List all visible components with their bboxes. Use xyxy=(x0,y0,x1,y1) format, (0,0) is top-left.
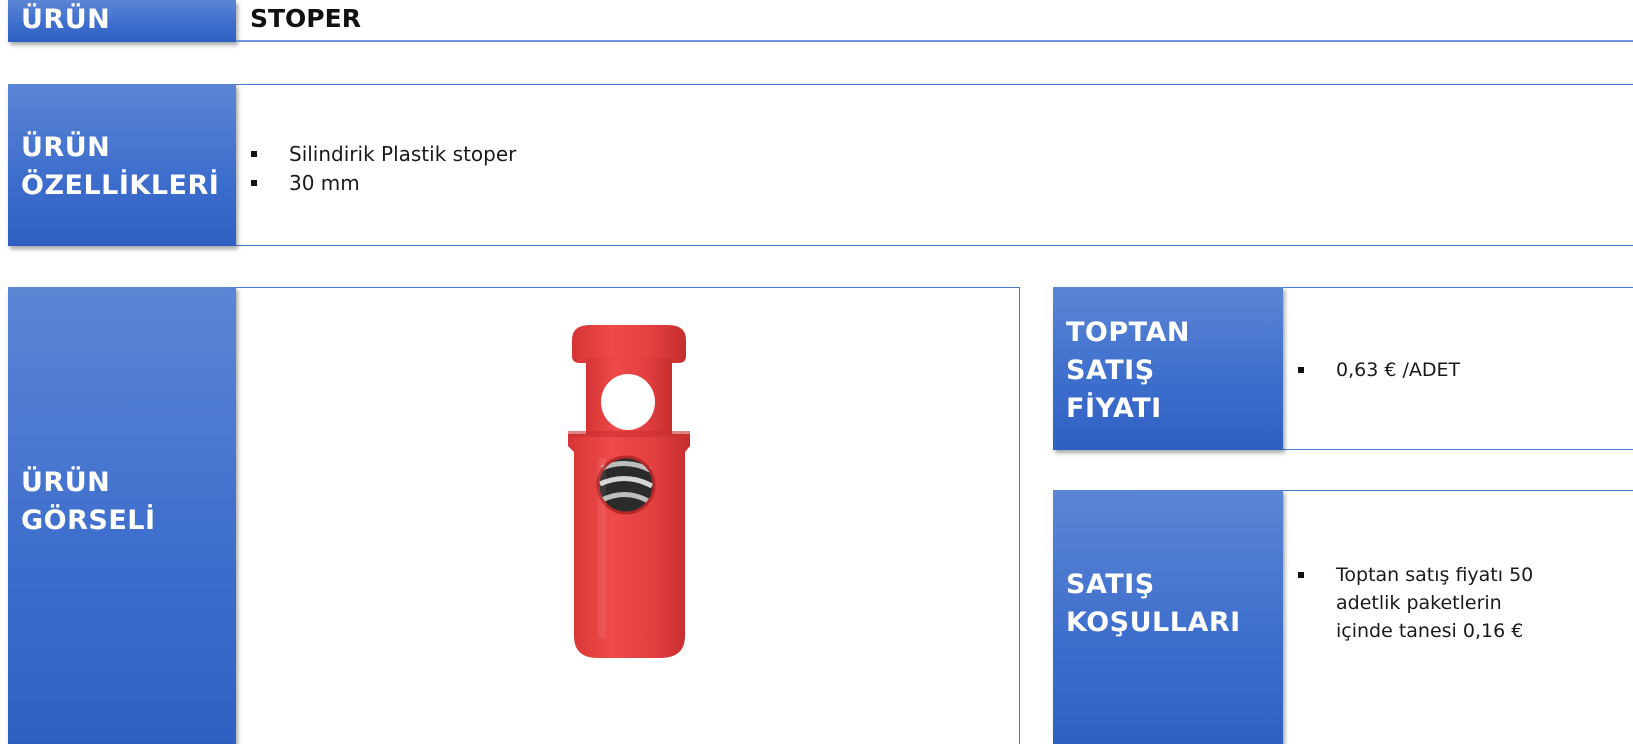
wholesale-price-label: TOPTAN SATIŞ FİYATI xyxy=(1053,287,1283,450)
features-label-line2: ÖZELLİKLERİ xyxy=(21,170,220,201)
wholesale-price-text: 0,63 € /ADET xyxy=(1336,359,1461,381)
sale-terms-item: Toptan satış fiyatı 50 adetlik paketleri… xyxy=(1296,561,1533,645)
wholesale-price-label-line3: FİYATI xyxy=(1066,393,1162,424)
wholesale-price-item: 0,63 € /ADET xyxy=(1296,356,1460,384)
sale-terms-list: Toptan satış fiyatı 50 adetlik paketleri… xyxy=(1296,561,1533,645)
product-label-text: ÜRÜN xyxy=(21,4,111,35)
wholesale-price-list: 0,63 € /ADET xyxy=(1296,356,1460,384)
product-name: STOPER xyxy=(250,4,361,33)
product-value-underline xyxy=(236,40,1633,42)
sale-terms-label-line2: KOŞULLARI xyxy=(1066,607,1241,638)
image-label-line2: GÖRSELİ xyxy=(21,505,156,536)
sale-terms-line: adetlik paketlerin xyxy=(1336,592,1502,614)
sale-terms-line: içinde tanesi 0,16 € xyxy=(1336,620,1524,642)
features-item-text: Silindirik Plastik stoper xyxy=(289,142,517,166)
wholesale-price-label-line2: SATIŞ xyxy=(1066,355,1155,386)
features-item: Silindirik Plastik stoper xyxy=(249,140,516,169)
sale-terms-label-line1: SATIŞ xyxy=(1066,569,1155,600)
sale-terms-label: SATIŞ KOŞULLARI xyxy=(1053,490,1283,744)
features-list: Silindirik Plastik stoper 30 mm xyxy=(249,140,516,198)
features-item-text: 30 mm xyxy=(289,171,360,195)
features-label: ÜRÜN ÖZELLİKLERİ xyxy=(8,84,236,246)
features-label-line1: ÜRÜN xyxy=(21,132,111,163)
features-item: 30 mm xyxy=(249,169,516,198)
cord-stopper-image xyxy=(568,325,690,658)
sale-terms-line: Toptan satış fiyatı 50 xyxy=(1336,564,1534,586)
product-sheet: ÜRÜN STOPER ÜRÜN ÖZELLİKLERİ Silindirik … xyxy=(0,0,1633,744)
wholesale-price-label-line1: TOPTAN xyxy=(1066,317,1190,348)
image-label: ÜRÜN GÖRSELİ xyxy=(8,287,236,744)
product-label: ÜRÜN xyxy=(8,0,236,42)
image-label-line1: ÜRÜN xyxy=(21,467,111,498)
